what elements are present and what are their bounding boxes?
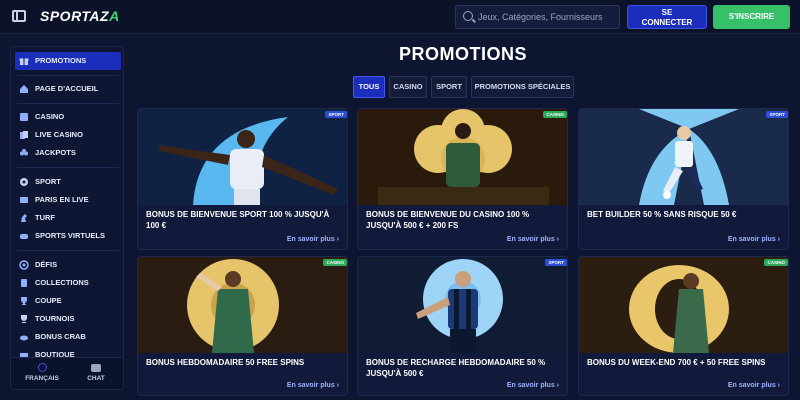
target-icon: [19, 260, 29, 270]
tab-all[interactable]: TOUS: [353, 76, 385, 98]
promo-image: SPORT: [358, 257, 567, 353]
promo-image: SPORT: [138, 109, 347, 205]
chat-button[interactable]: CHAT: [71, 361, 121, 387]
sidebar-toggle-icon[interactable]: [12, 10, 26, 22]
search-icon: [463, 11, 473, 21]
sidebar-item-promotions[interactable]: PROMOTIONS: [15, 52, 121, 70]
category-badge: CASINO: [323, 259, 347, 266]
category-badge: CASINO: [764, 259, 788, 266]
tab-casino[interactable]: CASINO: [389, 76, 427, 98]
live-icon: [19, 195, 29, 205]
promo-title: BONUS DU WEEK-END 700 € + 50 FREE SPINS: [587, 358, 766, 367]
category-badge: SPORT: [325, 111, 347, 118]
top-header: SPORTAZA SECONNECTER S'INSCRIRE: [0, 0, 800, 34]
search-box[interactable]: [455, 5, 620, 29]
sidebar-item-collections[interactable]: COLLECTIONS: [15, 274, 121, 292]
sidebar-item-bonus-crab[interactable]: BONUS CRAB: [15, 328, 121, 346]
promo-card[interactable]: SPORT BONUS DE BIENVENUE SPORT 100 % JUS…: [137, 108, 348, 250]
gift-icon: [19, 56, 29, 66]
crab-icon: [19, 332, 29, 342]
sidebar-item-tournaments[interactable]: TOURNOIS: [15, 310, 121, 328]
slot-icon: [19, 112, 29, 122]
tab-sport[interactable]: SPORT: [431, 76, 467, 98]
sidebar-item-challenges[interactable]: DÉFIS: [15, 256, 121, 274]
horse-icon: [19, 213, 29, 223]
sidebar-item-sport[interactable]: SPORT: [15, 173, 121, 191]
category-badge: CASINO: [543, 111, 567, 118]
category-badge: SPORT: [545, 259, 567, 266]
promo-card[interactable]: CASINO BONUS DU WEEK-END 700 € + 50 FREE…: [578, 256, 789, 396]
search-input[interactable]: [478, 9, 618, 25]
controller-icon: [19, 231, 29, 241]
sidebar-item-live-casino[interactable]: LIVE CASINO: [15, 126, 121, 144]
sidebar: PROMOTIONS PAGE D'ACCUEIL CASINO LIVE CA…: [10, 46, 124, 390]
ball-icon: [19, 177, 29, 187]
login-button[interactable]: SE CONNECTER: [627, 5, 707, 29]
promo-image: SPORT: [579, 109, 788, 205]
learn-more-link[interactable]: En savoir plus: [507, 382, 559, 389]
promo-image: CASINO: [138, 257, 347, 353]
learn-more-link[interactable]: En savoir plus: [287, 382, 339, 389]
promo-card[interactable]: SPORT BONUS DE RECHARGE HEBDOMADAIRE 50 …: [357, 256, 568, 396]
learn-more-link[interactable]: En savoir plus: [507, 236, 559, 243]
learn-more-link[interactable]: En savoir plus: [287, 236, 339, 243]
globe-icon: [37, 363, 47, 372]
learn-more-link[interactable]: En savoir plus: [728, 382, 780, 389]
promo-card[interactable]: SPORT BET BUILDER 50 % SANS RISQUE 50 € …: [578, 108, 789, 250]
collection-icon: [19, 278, 29, 288]
promo-title: BET BUILDER 50 % SANS RISQUE 50 €: [587, 210, 737, 219]
trophy-icon: [19, 314, 29, 324]
promo-title: BONUS DE BIENVENUE DU CASINO 100 % JUSQU…: [366, 210, 530, 230]
sidebar-item-virtual-sports[interactable]: SPORTS VIRTUELS: [15, 227, 121, 245]
promo-image: CASINO: [358, 109, 567, 205]
promo-title: BONUS DE BIENVENUE SPORT 100 % JUSQU'À 1…: [146, 210, 330, 230]
chat-icon: [91, 364, 101, 372]
learn-more-link[interactable]: En savoir plus: [728, 236, 780, 243]
language-selector[interactable]: FRANÇAIS: [17, 361, 67, 387]
promo-card[interactable]: CASINO BONUS HEBDOMADAIRE 50 FREE SPINS …: [137, 256, 348, 396]
promo-card[interactable]: CASINO BONUS DE BIENVENUE DU CASINO 100 …: [357, 108, 568, 250]
cards-icon: [19, 130, 29, 140]
promo-title: BONUS DE RECHARGE HEBDOMADAIRE 50 % JUSQ…: [366, 358, 546, 378]
sidebar-item-turf[interactable]: TURF: [15, 209, 121, 227]
signup-button[interactable]: S'INSCRIRE: [713, 5, 790, 29]
sidebar-item-jackpots[interactable]: JACKPOTS: [15, 144, 121, 162]
sidebar-item-live-betting[interactable]: PARIS EN LIVE: [15, 191, 121, 209]
cup-icon: [19, 296, 29, 306]
home-icon: [19, 84, 29, 94]
tab-special-promotions[interactable]: PROMOTIONS SPÉCIALES: [471, 76, 574, 98]
sidebar-item-cup[interactable]: COUPE: [15, 292, 121, 310]
clover-icon: [19, 148, 29, 158]
sidebar-item-casino[interactable]: CASINO: [15, 108, 121, 126]
category-badge: SPORT: [766, 111, 788, 118]
promo-image: CASINO: [579, 257, 788, 353]
page-title: PROMOTIONS: [398, 44, 527, 64]
logo[interactable]: SPORTAZA: [40, 8, 120, 24]
sidebar-footer: FRANÇAIS CHAT: [11, 357, 123, 389]
sidebar-item-home[interactable]: PAGE D'ACCUEIL: [15, 80, 121, 98]
promo-title: BONUS HEBDOMADAIRE 50 FREE SPINS: [146, 358, 305, 367]
